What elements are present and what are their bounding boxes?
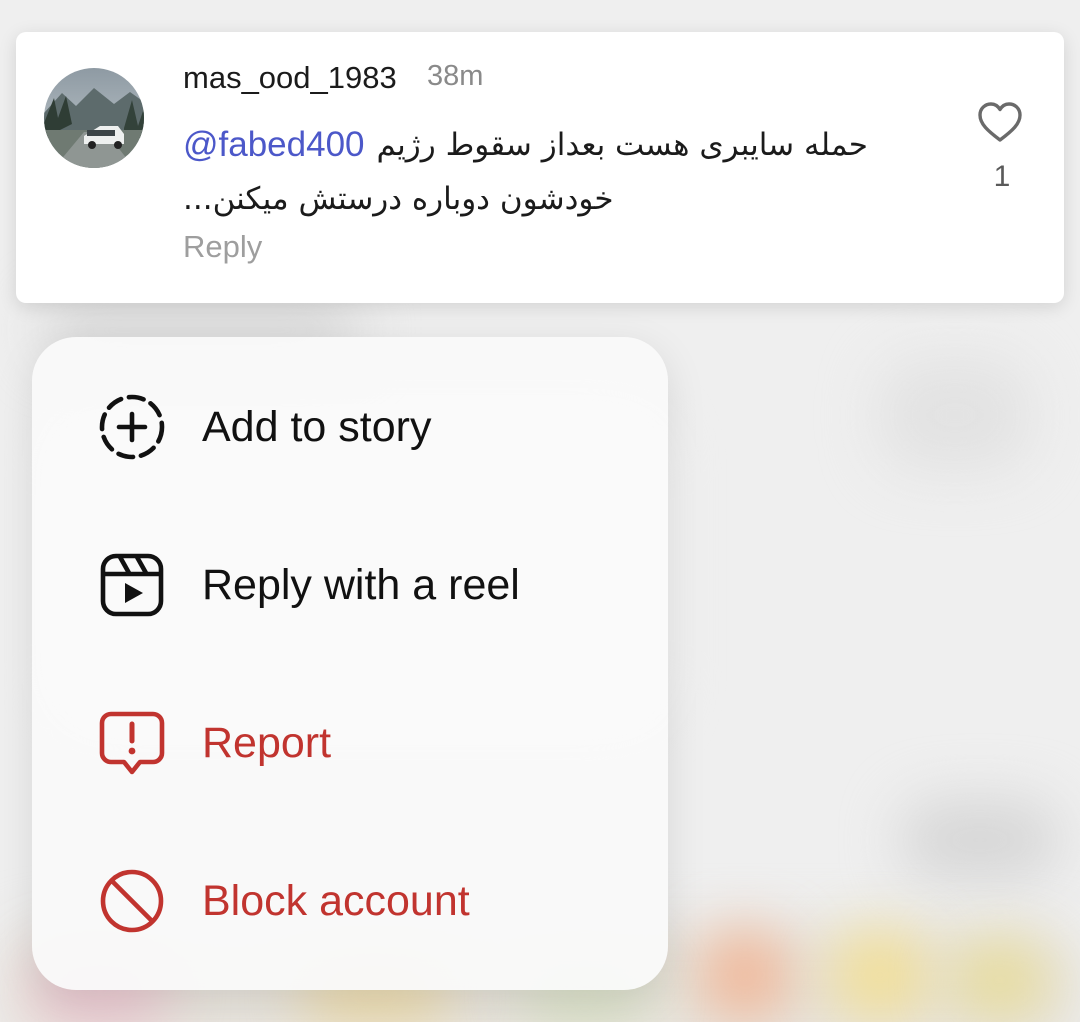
menu-item-reply-with-reel[interactable]: Reply with a reel: [32, 515, 668, 655]
blur-shape: [880, 360, 1030, 470]
comment-line-1: @fabed400 حمله سایبری هست بعداز سقوط رژی…: [183, 118, 923, 172]
context-menu: Add to story Reply with a reel Report Bl…: [32, 337, 668, 990]
heart-outline-icon[interactable]: [976, 99, 1024, 147]
menu-item-label: Add to story: [202, 402, 432, 451]
blur-shape: [830, 930, 930, 1020]
like-count: 1: [993, 160, 1011, 193]
menu-item-block-account[interactable]: Block account: [32, 831, 668, 971]
menu-item-label: Reply with a reel: [202, 560, 520, 609]
avatar-photo: [44, 68, 144, 168]
comment-card[interactable]: mas_ood_1983 38m @fabed400 حمله سایبری ه…: [16, 32, 1064, 303]
reply-button[interactable]: Reply: [183, 229, 262, 265]
menu-item-label: Report: [202, 718, 332, 767]
block-icon: [98, 867, 166, 935]
comment-line-2: ...خودشون دوباره درستش میکنن: [183, 172, 923, 226]
blur-shape: [700, 930, 790, 1020]
comment-text-line-2: ...خودشون دوباره درستش میکنن: [183, 181, 614, 217]
comment-text-line-1: حمله سایبری هست بعداز سقوط رژیم: [376, 127, 868, 163]
menu-item-report[interactable]: Report: [32, 673, 668, 813]
reel-icon: [98, 551, 166, 619]
menu-item-label: Block account: [202, 876, 470, 925]
blur-shape: [950, 940, 1050, 1020]
comment-body: @fabed400 حمله سایبری هست بعداز سقوط رژی…: [183, 118, 923, 226]
add-story-icon: [98, 393, 166, 461]
menu-item-add-to-story[interactable]: Add to story: [32, 357, 668, 497]
comment-username[interactable]: mas_ood_1983: [183, 60, 397, 96]
comment-timestamp: 38m: [427, 60, 484, 92]
blur-shape: [900, 800, 1060, 880]
report-icon: [98, 709, 166, 777]
mention-link[interactable]: @fabed400: [183, 118, 365, 172]
avatar[interactable]: [44, 68, 144, 168]
